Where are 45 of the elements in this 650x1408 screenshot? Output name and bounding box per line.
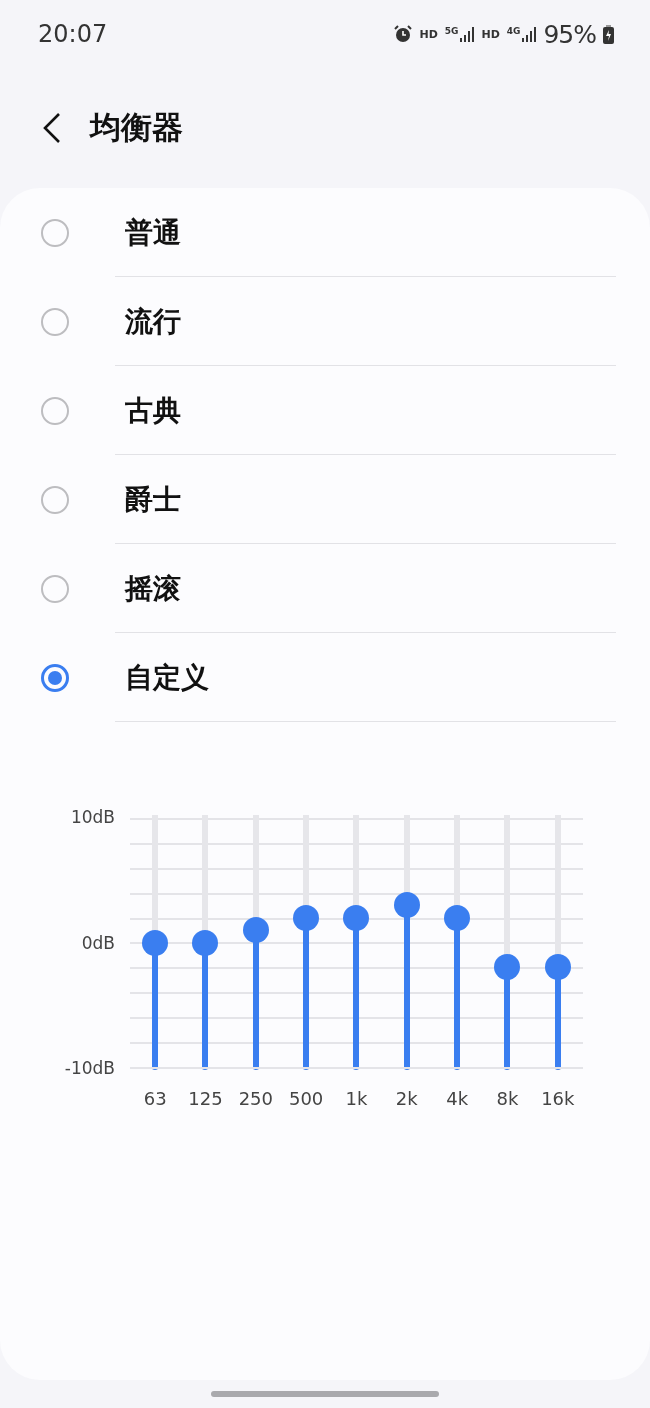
slider-thumb[interactable] [192, 929, 219, 956]
hd-label: HD [481, 27, 500, 41]
clock: 20:07 [38, 20, 109, 48]
frequency-label: 2k [395, 1088, 418, 1109]
slider-thumb[interactable] [393, 892, 420, 919]
frequency-label: 16k [541, 1088, 575, 1109]
frequency-label: 1k [345, 1088, 368, 1109]
radio-button[interactable] [41, 218, 69, 247]
radio-button[interactable] [41, 396, 69, 425]
slider-thumb[interactable] [242, 917, 269, 944]
hd-label: HD [419, 27, 438, 41]
slider-thumb[interactable] [343, 904, 370, 931]
page-title: 均衡器 [90, 108, 183, 147]
radio-button[interactable] [41, 574, 69, 603]
slider-thumb[interactable] [293, 904, 320, 931]
scale-label: 10dB [70, 807, 115, 827]
frequency-label: 500 [288, 1088, 324, 1109]
preset-option[interactable]: 古典 [0, 366, 650, 455]
scale-label: -10dB [64, 1058, 115, 1078]
slider-thumb[interactable] [444, 904, 471, 931]
back-icon[interactable] [42, 112, 62, 144]
signal-icon [522, 26, 537, 42]
preset-option[interactable]: 自定义 [0, 633, 650, 722]
frequency-label: 4k [446, 1088, 469, 1109]
preset-option[interactable]: 普通 [0, 188, 650, 277]
slider-thumb[interactable] [544, 954, 571, 981]
network-type-label: 4G [506, 26, 521, 36]
preset-option[interactable]: 爵士 [0, 455, 650, 544]
frequency-label: 8k [496, 1088, 519, 1109]
preset-option[interactable]: 摇滚 [0, 544, 650, 633]
frequency-label: 250 [238, 1088, 273, 1109]
signal-icon [460, 26, 475, 42]
radio-button[interactable] [41, 485, 69, 514]
slider-thumb[interactable] [142, 929, 169, 956]
radio-button[interactable] [41, 663, 69, 692]
scale-label: 0dB [81, 932, 115, 953]
slider-thumb[interactable] [494, 954, 521, 981]
battery-charging-icon [603, 24, 614, 44]
network-type-label: 5G [444, 26, 459, 36]
radio-button[interactable] [41, 307, 69, 336]
preset-option[interactable]: 流行 [0, 277, 650, 366]
frequency-label: 125 [188, 1088, 223, 1109]
battery-percentage: 95% [543, 19, 596, 49]
alarm-clock-icon [394, 25, 413, 43]
frequency-label: 63 [143, 1088, 167, 1109]
